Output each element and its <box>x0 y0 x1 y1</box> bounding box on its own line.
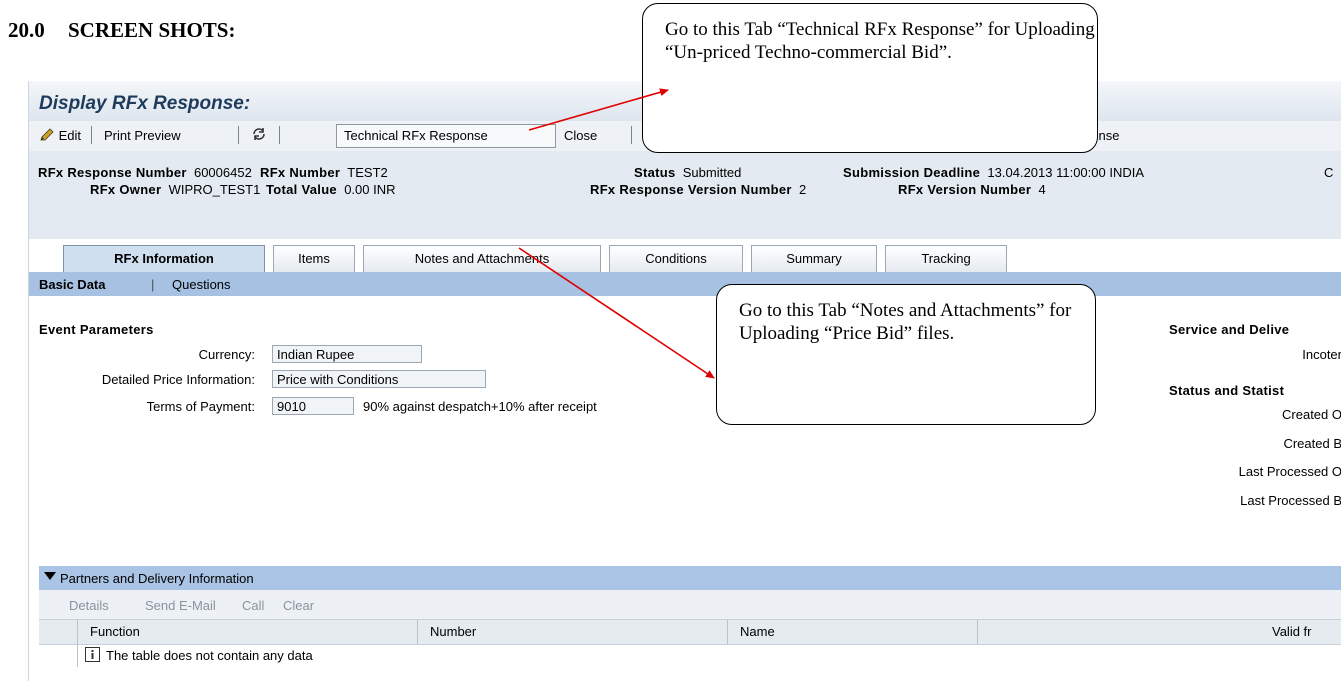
partners-toolbar: Details Send E-Mail Call Clear <box>39 590 1341 619</box>
technical-rfx-response-label: Technical RFx Response <box>344 128 488 143</box>
response-number: RFx Response Number 60006452 <box>38 165 252 180</box>
service-delivery-title: Service and Delive <box>1169 322 1290 337</box>
tab-tracking[interactable]: Tracking <box>885 245 1007 272</box>
column-divider <box>417 620 418 644</box>
created-on-label: Created O <box>1282 407 1341 422</box>
subtab-separator: | <box>151 277 155 292</box>
terms-of-payment-text: 90% against despatch+10% after receipt <box>363 399 597 414</box>
tab-rfx-information[interactable]: RFx Information <box>63 245 265 272</box>
column-number[interactable]: Number <box>430 624 476 639</box>
print-preview-button[interactable]: Print Preview <box>104 128 181 143</box>
last-processed-on-label: Last Processed O <box>1238 464 1341 479</box>
response-version: RFx Response Version Number 2 <box>590 182 807 197</box>
partners-table-header: Function Number Name Valid fr <box>39 619 1341 645</box>
clear-button[interactable]: Clear <box>283 598 314 613</box>
section-title: SCREEN SHOTS: <box>68 18 236 42</box>
price-info-field[interactable]: Price with Conditions <box>272 370 486 388</box>
status-statistics-title: Status and Statist <box>1169 383 1285 398</box>
column-divider <box>77 620 78 644</box>
currency-label: Currency: <box>198 347 255 362</box>
callout-notes-and-attachments: Go to this Tab “Notes and Attachments” f… <box>716 284 1096 425</box>
rfx-number: RFx Number TEST2 <box>260 165 388 180</box>
toolbar-separator <box>91 126 92 144</box>
column-divider <box>727 620 728 644</box>
subtab-questions[interactable]: Questions <box>172 277 231 292</box>
call-button[interactable]: Call <box>242 598 264 613</box>
submission-deadline: Submission Deadline 13.04.2013 11:00:00 … <box>843 165 1145 180</box>
header-info: RFx Response Number 60006452 RFx Number … <box>29 151 1341 239</box>
pencil-icon <box>40 128 54 141</box>
subtab-bar: Basic Data | Questions <box>29 272 1341 296</box>
details-button[interactable]: Details <box>69 598 109 613</box>
sap-screenshot: Display RFx Response: Edit Print Preview… <box>28 81 1341 681</box>
tab-items[interactable]: Items <box>273 245 355 272</box>
toolbar-separator <box>238 126 239 144</box>
refresh-icon[interactable] <box>251 126 267 145</box>
triangle-down-icon[interactable] <box>43 570 57 585</box>
rfx-version: RFx Version Number 4 <box>898 182 1046 197</box>
page-title: Display RFx Response: <box>39 93 251 114</box>
event-parameters-title: Event Parameters <box>39 322 154 337</box>
incoterms-label: Incoter <box>1302 347 1341 362</box>
tab-notes-and-attachments[interactable]: Notes and Attachments <box>363 245 601 272</box>
send-email-button[interactable]: Send E-Mail <box>145 598 216 613</box>
edit-label: Edit <box>58 128 82 143</box>
edit-button[interactable]: Edit <box>39 128 81 143</box>
subtab-basic-data[interactable]: Basic Data <box>39 277 105 292</box>
empty-table-message: The table does not contain any data <box>106 648 313 663</box>
total-value: Total Value 0.00 INR <box>266 182 396 197</box>
toolbar-separator <box>631 126 632 144</box>
header-cut-label: C <box>1324 165 1334 180</box>
last-processed-by-label: Last Processed B <box>1240 493 1341 508</box>
column-function[interactable]: Function <box>90 624 140 639</box>
close-button[interactable]: Close <box>564 128 597 143</box>
tab-summary[interactable]: Summary <box>751 245 877 272</box>
terms-of-payment-label: Terms of Payment: <box>146 399 255 414</box>
rfx-owner: RFx Owner WIPRO_TEST1 <box>90 182 261 197</box>
toolbar-separator <box>279 126 280 144</box>
partners-panel-header[interactable]: Partners and Delivery Information <box>39 566 1341 590</box>
tab-conditions[interactable]: Conditions <box>609 245 743 272</box>
terms-of-payment-field[interactable]: 9010 <box>272 397 354 415</box>
info-icon <box>85 647 100 665</box>
currency-field[interactable]: Indian Rupee <box>272 345 422 363</box>
column-valid-from[interactable]: Valid fr <box>1272 624 1312 639</box>
status: Status Submitted <box>634 165 742 180</box>
section-number: 20.0 <box>8 18 45 42</box>
column-name[interactable]: Name <box>740 624 775 639</box>
column-divider <box>77 643 78 667</box>
document-section-heading: 20.0 SCREEN SHOTS: <box>8 18 235 43</box>
price-info-label: Detailed Price Information: <box>101 372 255 387</box>
column-divider <box>977 620 978 644</box>
table-empty-row: The table does not contain any data <box>39 643 1341 667</box>
tab-strip: RFx Information Items Notes and Attachme… <box>29 239 1341 272</box>
partners-panel-title: Partners and Delivery Information <box>60 571 254 586</box>
callout-technical-rfx-response: Go to this Tab “Technical RFx Response” … <box>642 3 1098 153</box>
created-by-label: Created B <box>1283 436 1341 451</box>
